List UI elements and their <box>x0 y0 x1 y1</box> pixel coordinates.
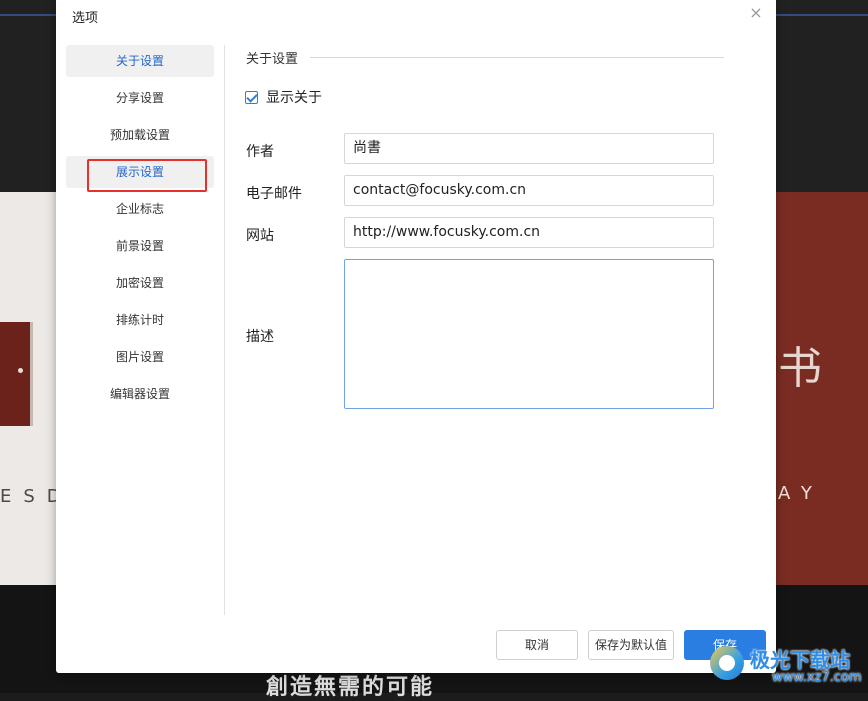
door-illustration <box>0 322 33 426</box>
website-field[interactable]: http://www.focusky.com.cn <box>344 217 714 248</box>
sidebar-item-editor[interactable]: 编辑器设置 <box>66 378 214 410</box>
watermark: 极光下载站 www.xz7.com <box>708 640 864 690</box>
save-as-default-button[interactable]: 保存为默认值 <box>588 630 674 660</box>
background-caption: 創造無需的可能 <box>266 674 435 700</box>
description-label: 描述 <box>246 329 274 345</box>
show-about-checkbox[interactable] <box>245 90 258 104</box>
email-field[interactable]: contact@focusky.com.cn <box>344 175 714 206</box>
sidebar-item-foreground[interactable]: 前景设置 <box>66 230 214 262</box>
sidebar-item-share[interactable]: 分享设置 <box>66 82 214 114</box>
background-left-text: ESD <box>0 486 56 507</box>
section-title: 关于设置 <box>246 52 299 67</box>
background-right-text: AY <box>778 483 824 504</box>
sidebar-item-rehearsal[interactable]: 排练计时 <box>66 304 214 336</box>
sidebar-item-display[interactable]: 展示设置 <box>66 156 214 188</box>
dialog-title: 选项 <box>72 11 99 26</box>
watermark-title: 极光下载站 <box>750 648 850 672</box>
section-divider <box>310 57 724 58</box>
author-label: 作者 <box>246 144 274 160</box>
sidebar-item-about[interactable]: 关于设置 <box>66 45 214 77</box>
settings-sidebar: 关于设置 分享设置 预加载设置 展示设置 企业标志 前景设置 加密设置 排练计时… <box>66 45 214 415</box>
close-icon[interactable]: × <box>748 4 764 22</box>
author-field[interactable]: 尚書 <box>344 133 714 164</box>
description-textarea[interactable] <box>344 259 714 409</box>
sidebar-item-encryption[interactable]: 加密设置 <box>66 267 214 299</box>
watermark-url: www.xz7.com <box>772 670 862 685</box>
sidebar-item-preload[interactable]: 预加载设置 <box>66 119 214 151</box>
sidebar-divider <box>224 45 225 615</box>
email-label: 电子邮件 <box>246 186 302 202</box>
cancel-button[interactable]: 取消 <box>496 630 578 660</box>
door-knob <box>18 368 23 373</box>
sidebar-item-logo[interactable]: 企业标志 <box>66 193 214 225</box>
background-right-char: 书 <box>778 343 822 394</box>
show-about-checkbox-row[interactable]: 显示关于 <box>245 87 322 107</box>
options-dialog: 选项 × 关于设置 分享设置 预加载设置 展示设置 企业标志 前景设置 加密设置… <box>56 0 776 673</box>
sidebar-item-image[interactable]: 图片设置 <box>66 341 214 373</box>
watermark-logo-icon <box>710 646 744 680</box>
website-label: 网站 <box>246 228 274 244</box>
show-about-label: 显示关于 <box>266 90 322 106</box>
